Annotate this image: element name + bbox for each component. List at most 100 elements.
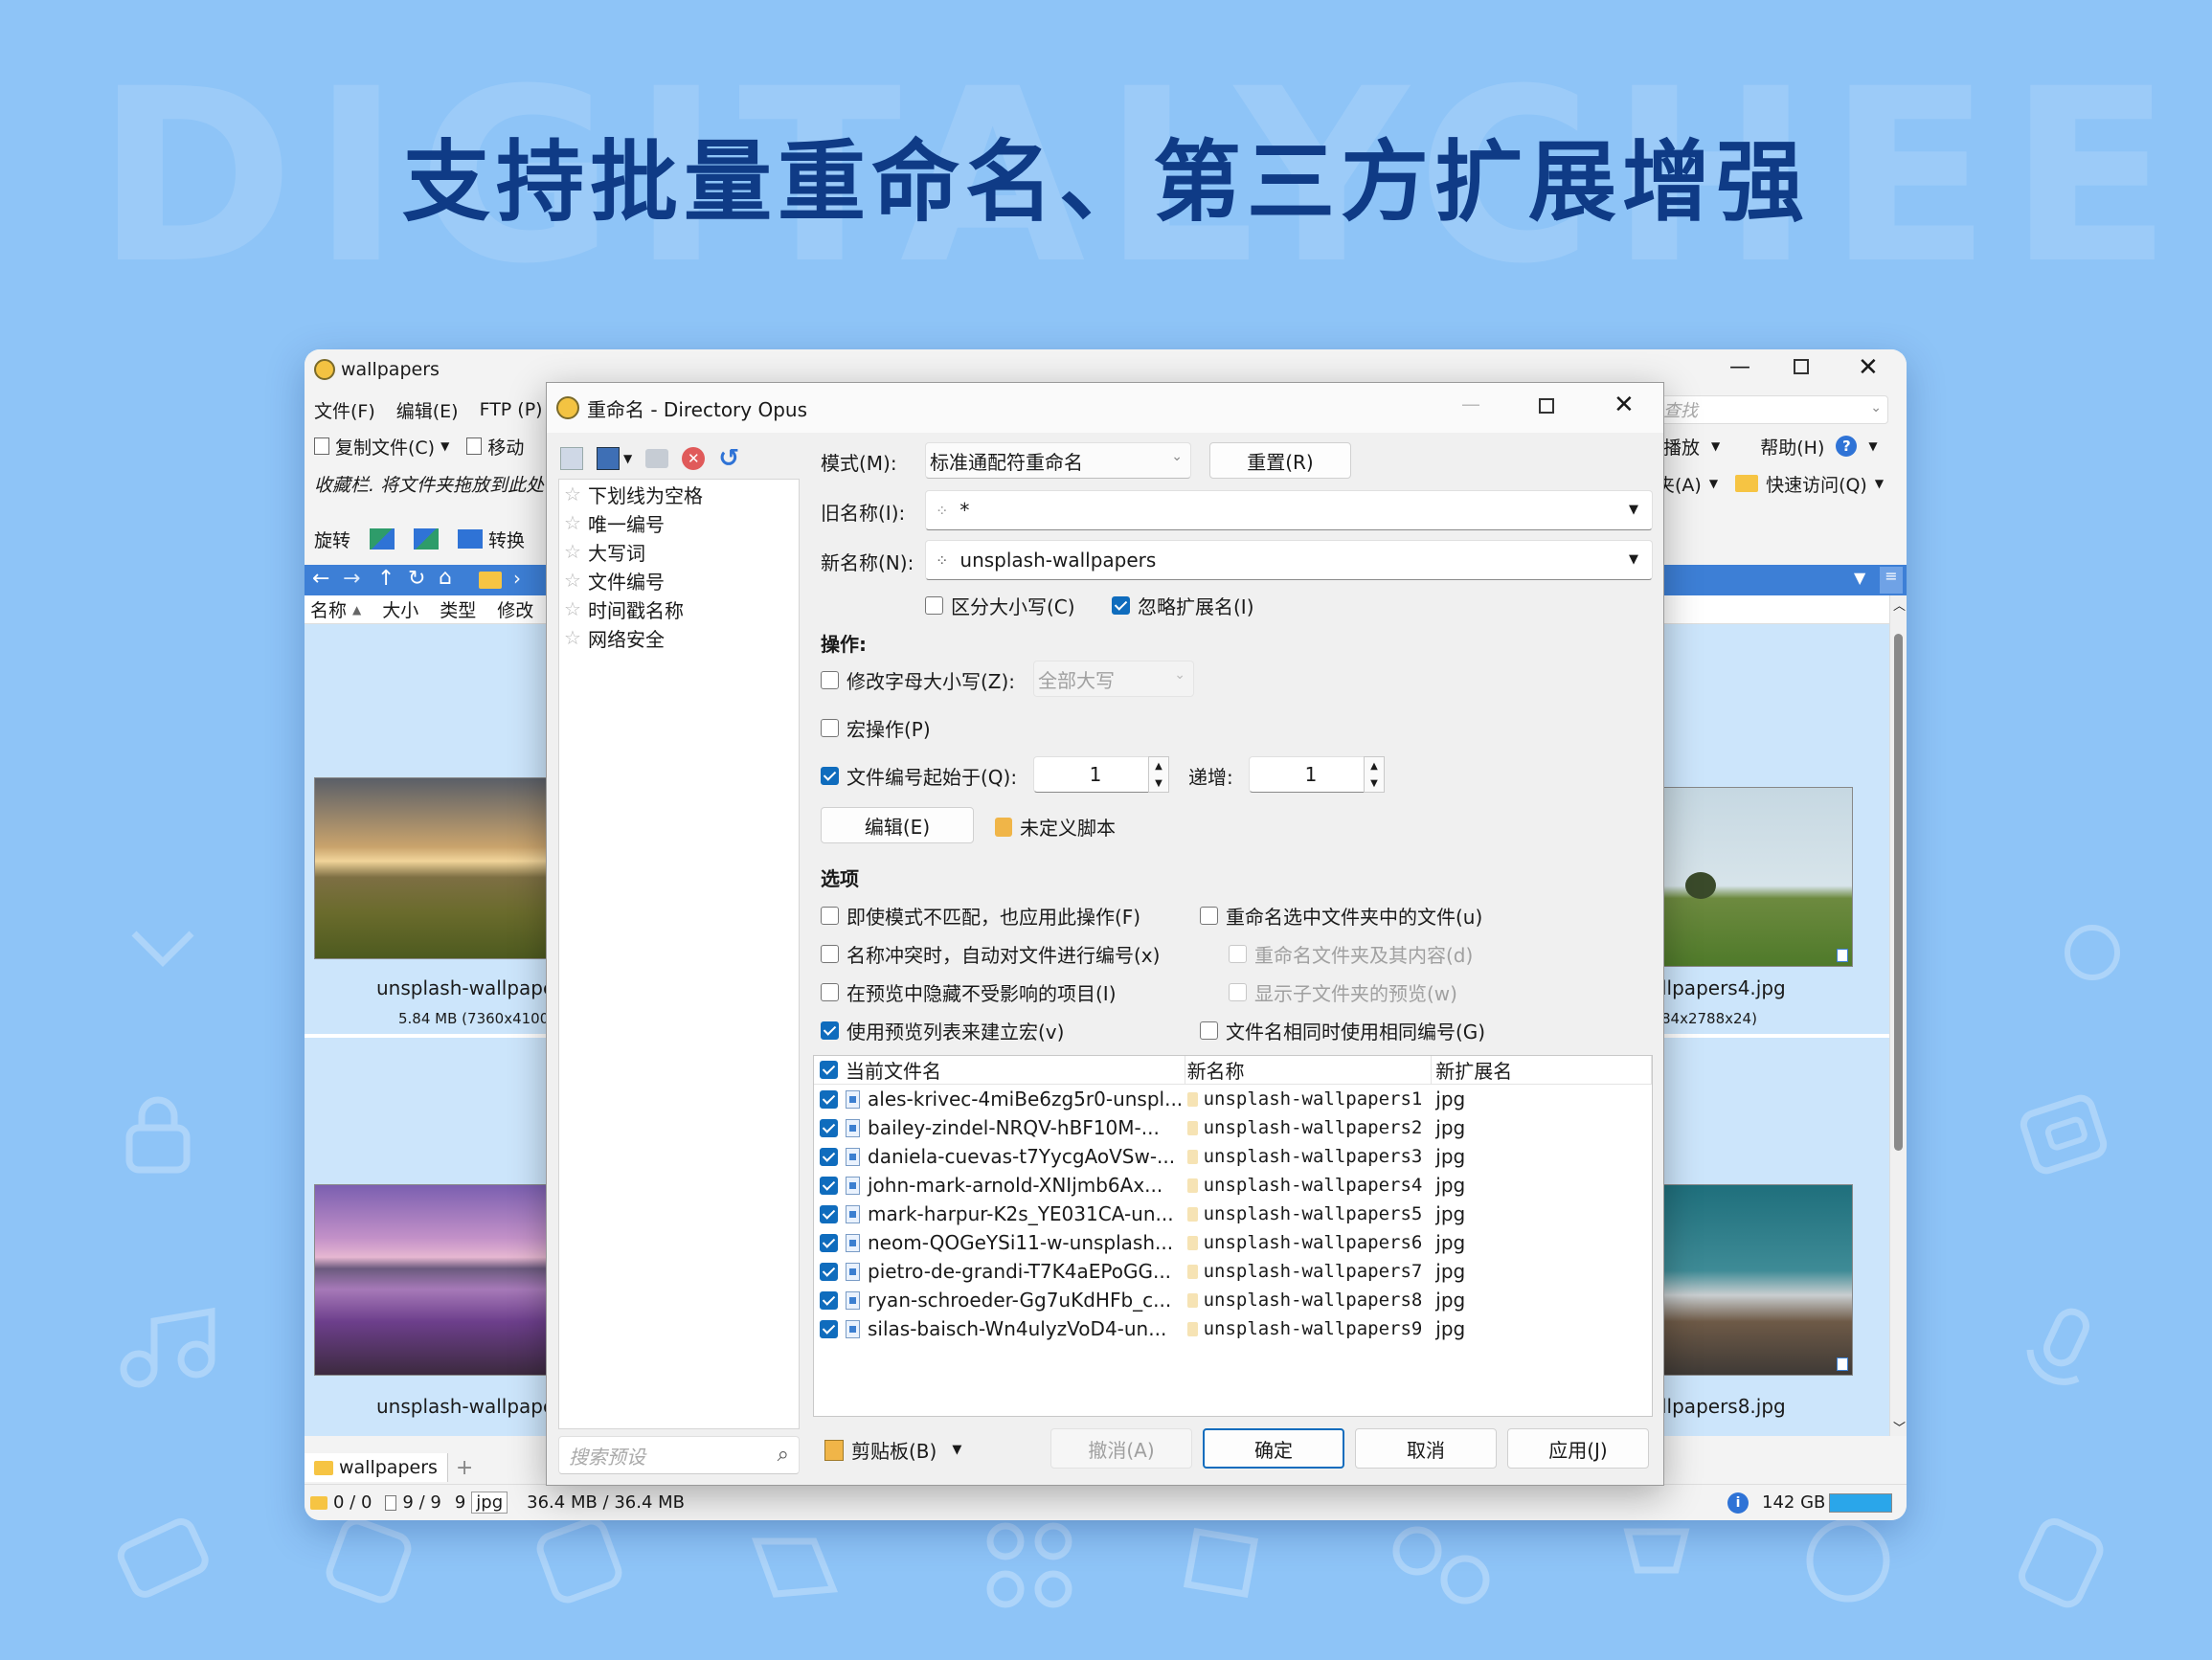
option-use-preview-macro[interactable]: 使用预览列表来建立宏(v) xyxy=(821,1017,1064,1044)
column-size[interactable]: 大小 xyxy=(382,596,418,622)
preset-item[interactable]: ☆ 唯一编号 xyxy=(559,508,799,537)
case-sensitive-option[interactable]: 区分大小写(C) xyxy=(925,592,1075,619)
preset-item[interactable]: ☆ 时间戳名称 xyxy=(559,594,799,623)
file-checkbox[interactable] xyxy=(820,1262,838,1281)
scroll-up-icon[interactable]: ︿ xyxy=(1893,595,1906,614)
menu-edit[interactable]: 编辑(E) xyxy=(396,397,459,423)
preset-item[interactable]: ☆ 网络安全 xyxy=(559,623,799,652)
file-row[interactable]: pietro-de-grandi-T7K4aEPoGG... unsplash-w… xyxy=(814,1257,1652,1286)
thumbnail-mountain[interactable] xyxy=(1661,1184,1853,1376)
reset-button[interactable]: 重置(R) xyxy=(1209,442,1351,479)
new-tab-icon[interactable]: + xyxy=(448,1456,473,1480)
case-sensitive-checkbox[interactable] xyxy=(925,596,943,615)
file-checkbox[interactable] xyxy=(820,1290,838,1310)
dialog-close-button[interactable]: ✕ xyxy=(1614,391,1635,419)
option-rename-in-folder[interactable]: 重命名选中文件夹中的文件(u) xyxy=(1200,902,1482,930)
home-icon[interactable]: ⌂ xyxy=(439,566,452,590)
image-tool-icon[interactable] xyxy=(370,528,395,550)
header-new-ext[interactable]: 新扩展名 xyxy=(1435,1060,1512,1083)
load-preset-icon[interactable] xyxy=(597,447,620,470)
refresh-icon[interactable]: ↻ xyxy=(408,567,425,591)
numbering-option[interactable]: 文件编号起始于(Q): xyxy=(821,762,1017,790)
header-current-name[interactable]: 当前文件名 xyxy=(846,1056,941,1084)
increment-input[interactable]: 1 xyxy=(1249,756,1373,793)
ignore-extension-option[interactable]: 忽略扩展名(I) xyxy=(1112,592,1254,619)
close-button[interactable]: ✕ xyxy=(1858,353,1879,382)
file-checkbox[interactable] xyxy=(820,1176,838,1195)
column-modified[interactable]: 修改 xyxy=(497,596,533,622)
old-name-input[interactable]: ⁘ * ▼ xyxy=(925,490,1653,530)
menu-ftp[interactable]: FTP (P) xyxy=(480,399,543,420)
numbering-spinner[interactable]: ▲ ▼ xyxy=(1148,756,1169,793)
macro-checkbox[interactable] xyxy=(821,719,839,737)
new-name-input[interactable]: ⁘ unsplash-wallpapers ▼ xyxy=(925,540,1653,580)
edit-script-button[interactable]: 编辑(E) xyxy=(821,807,974,843)
maximize-button[interactable] xyxy=(1794,359,1809,374)
file-row[interactable]: ales-krivec-4miBe6zg5r0-unspl... unsplash… xyxy=(814,1085,1652,1113)
column-name[interactable]: 名称 xyxy=(310,596,347,622)
copy-files-button[interactable]: 复制文件(C) ▼ xyxy=(314,434,449,460)
file-row[interactable]: bailey-zindel-NRQV-hBF10M-... unsplash-wa… xyxy=(814,1113,1652,1142)
file-checkbox[interactable] xyxy=(820,1204,838,1223)
file-checkbox[interactable] xyxy=(820,1233,838,1252)
select-all-checkbox[interactable] xyxy=(820,1061,838,1079)
menu-file[interactable]: 文件(F) xyxy=(314,397,375,423)
minimize-button[interactable]: — xyxy=(1729,355,1750,379)
file-row[interactable]: john-mark-arnold-XNIjmb6Ax... unsplash-wa… xyxy=(814,1171,1652,1200)
change-case-checkbox[interactable] xyxy=(821,671,839,689)
vertical-scrollbar[interactable]: ︿ ﹀ xyxy=(1889,595,1907,1436)
spin-down-icon[interactable]: ▼ xyxy=(1155,778,1162,789)
option-same-number[interactable]: 文件名相同时使用相同编号(G) xyxy=(1200,1017,1485,1044)
use-preview-macro-checkbox[interactable] xyxy=(821,1021,839,1040)
numbering-start-input[interactable]: 1 xyxy=(1033,756,1158,793)
move-files-button[interactable]: 移动 xyxy=(466,434,524,460)
file-checkbox[interactable] xyxy=(820,1089,838,1109)
same-number-checkbox[interactable] xyxy=(1200,1021,1218,1040)
change-case-option[interactable]: 修改字母大小写(Z): xyxy=(821,666,1015,694)
ok-button[interactable]: 确定 xyxy=(1203,1428,1344,1469)
spin-up-icon[interactable]: ▲ xyxy=(1155,761,1162,772)
scroll-down-icon[interactable]: ﹀ xyxy=(1893,1418,1906,1436)
forward-arrow-icon[interactable]: → xyxy=(343,567,360,591)
undo-preset-icon[interactable]: ↺ xyxy=(718,444,739,473)
mode-select[interactable]: 标准通配符重命名 ⌄ xyxy=(925,442,1191,479)
back-arrow-icon[interactable]: ← xyxy=(312,567,329,591)
increment-spinner[interactable]: ▲ ▼ xyxy=(1364,756,1385,793)
dialog-maximize-button[interactable] xyxy=(1539,398,1554,414)
main-search-input[interactable]: 查找 ⌄ xyxy=(1659,395,1888,424)
rotate-button[interactable]: 旋转 xyxy=(314,527,350,552)
option-hide-unaffected[interactable]: 在预览中隐藏不受影响的项目(I) xyxy=(821,978,1117,1006)
auto-number-checkbox[interactable] xyxy=(821,945,839,963)
file-row[interactable]: mark-harpur-K2s_YE031CA-un... unsplash-wa… xyxy=(814,1200,1652,1228)
filter-icon[interactable]: ≡ xyxy=(1880,567,1903,594)
dropdown-arrow-icon[interactable]: ▼ xyxy=(1629,552,1638,567)
scrollbar-thumb[interactable] xyxy=(1894,634,1903,1151)
preset-item[interactable]: ☆ 大写词 xyxy=(559,537,799,566)
ignore-extension-checkbox[interactable] xyxy=(1112,596,1130,615)
file-checkbox[interactable] xyxy=(820,1118,838,1137)
change-case-select[interactable]: 全部大写 ⌄ xyxy=(1033,661,1194,697)
spin-up-icon[interactable]: ▲ xyxy=(1370,761,1378,772)
help-button[interactable]: 帮助(H) xyxy=(1760,434,1824,460)
file-row[interactable]: ryan-schroeder-Gg7uKdHFb_c... unsplash-wa… xyxy=(814,1286,1652,1314)
quick-access-button[interactable]: 快速访问(Q) xyxy=(1766,471,1867,497)
save-preset-icon[interactable] xyxy=(560,447,583,470)
dropdown-arrow-icon[interactable]: ▼ xyxy=(623,452,632,465)
spin-down-icon[interactable]: ▼ xyxy=(1370,778,1378,789)
path-dropdown-icon[interactable]: ▼ xyxy=(1854,569,1865,587)
rename-in-folder-checkbox[interactable] xyxy=(1200,907,1218,925)
delete-preset-icon[interactable]: ✕ xyxy=(682,447,706,470)
option-auto-number[interactable]: 名称冲突时，自动对文件进行编号(x) xyxy=(821,940,1160,968)
dropdown-arrow-icon[interactable]: ▼ xyxy=(1629,503,1638,517)
apply-nomatch-checkbox[interactable] xyxy=(821,907,839,925)
clipboard-button[interactable]: 剪贴板(B) ▼ xyxy=(824,1436,961,1464)
file-row[interactable]: neom-QOGeYSi11-w-unsplash... unsplash-wal… xyxy=(814,1228,1652,1257)
preset-search-input[interactable]: 搜索预设 ⌕ xyxy=(558,1436,800,1474)
option-apply-nomatch[interactable]: 即使模式不匹配，也应用此操作(F) xyxy=(821,902,1140,930)
numbering-checkbox[interactable] xyxy=(821,767,839,785)
hide-unaffected-checkbox[interactable] xyxy=(821,983,839,1001)
preset-item[interactable]: ☆ 下划线为空格 xyxy=(559,480,799,508)
thumbnail-meadow[interactable] xyxy=(314,777,553,959)
folder-tab[interactable]: wallpapers xyxy=(305,1453,448,1482)
preset-item[interactable]: ☆ 文件编号 xyxy=(559,566,799,594)
